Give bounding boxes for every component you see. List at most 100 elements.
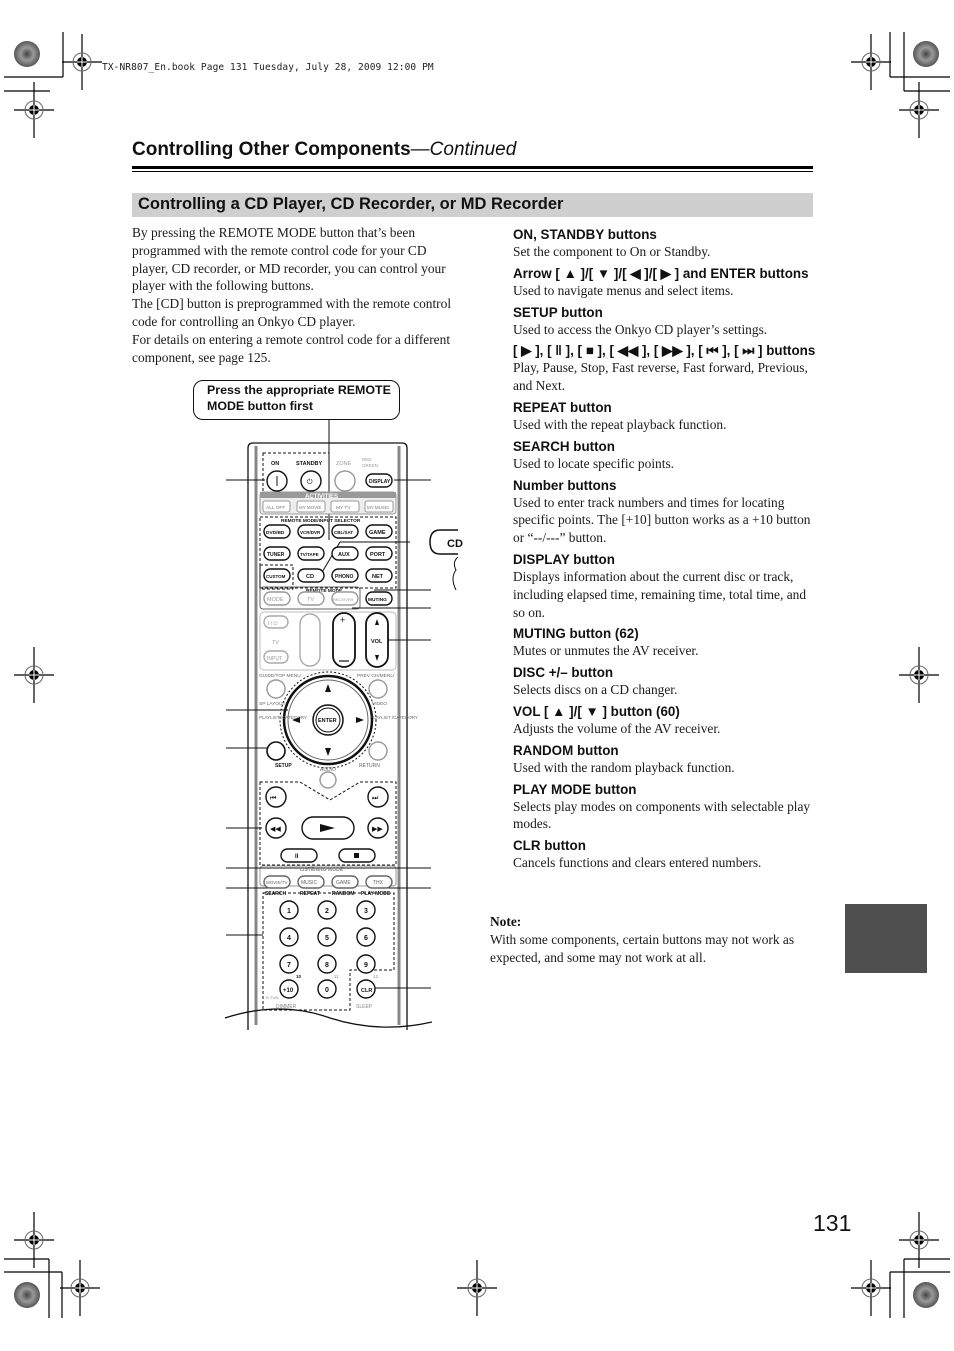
- num-label: 4: [287, 935, 291, 942]
- on-button[interactable]: [266, 470, 288, 492]
- my-music-button[interactable]: MY MUSIC: [364, 500, 394, 513]
- num-label: +10: [283, 988, 294, 994]
- input-button[interactable]: INPUT: [263, 650, 289, 664]
- tuner-button[interactable]: TUNER: [263, 546, 291, 561]
- aux-button[interactable]: AUX: [331, 546, 359, 561]
- forward-icon: ▶▶: [372, 826, 383, 833]
- net-label: NET: [372, 574, 384, 580]
- num-0-button[interactable]: 0: [317, 979, 337, 999]
- tv-power-label: I / ⏻: [268, 621, 278, 627]
- phono-button[interactable]: PHONO: [331, 568, 359, 583]
- num-3-button[interactable]: 3: [356, 900, 376, 920]
- next-button[interactable]: ⏭: [367, 786, 389, 808]
- port-label: PORT: [370, 552, 386, 558]
- tuner-label: TUNER: [267, 552, 285, 558]
- mode-button[interactable]: MODE: [263, 591, 291, 606]
- vol-label: VOL: [371, 639, 383, 645]
- my-tv-button[interactable]: MY TV: [330, 500, 360, 513]
- muting-button[interactable]: MUTING: [365, 591, 393, 606]
- dvd-bd-button[interactable]: DVD/BD: [263, 524, 291, 539]
- mode-label: MODE: [267, 597, 284, 603]
- num-label: 1: [287, 908, 291, 915]
- arrow-up-button[interactable]: [325, 684, 331, 692]
- port-button[interactable]: PORT: [365, 546, 393, 561]
- display-button[interactable]: DISPLAY: [365, 473, 393, 488]
- pause-button[interactable]: II: [280, 848, 318, 863]
- all-off-label: ALL OFF: [266, 505, 285, 511]
- custom-button[interactable]: CUSTOM: [263, 568, 291, 583]
- dvd-label: DVD/BD: [266, 530, 285, 536]
- vol-rocker[interactable]: VOL: [365, 612, 389, 668]
- cbl-sat-button[interactable]: CBL/SAT: [331, 524, 359, 539]
- ch-disc-rocker[interactable]: +: [332, 612, 356, 668]
- vcr-label: VCR/DVR: [300, 530, 321, 535]
- tv-mode-button[interactable]: TV: [297, 591, 325, 606]
- num-7-button[interactable]: 7: [279, 954, 299, 974]
- num-label: 5: [325, 935, 329, 942]
- pause-icon: II: [295, 854, 299, 860]
- plus10-button[interactable]: +10: [279, 979, 299, 999]
- enter-button[interactable]: ENTER: [318, 718, 337, 724]
- random-button[interactable]: GAME: [331, 875, 359, 889]
- my-tv-label: MY TV: [336, 505, 351, 511]
- num-label: 2: [325, 908, 329, 915]
- receiver-button[interactable]: RECEIVER: [331, 591, 359, 606]
- stop-button[interactable]: [338, 848, 376, 863]
- guide-button[interactable]: [266, 679, 286, 699]
- my-movie-button[interactable]: MY MOVIE: [296, 500, 326, 513]
- arrow-left-button[interactable]: [292, 717, 300, 723]
- num-4-button[interactable]: 4: [279, 927, 299, 947]
- input-label: INPUT: [267, 656, 282, 662]
- tvtape-label: TV/TAPE: [300, 552, 319, 557]
- all-off-button[interactable]: ALL OFF: [262, 500, 291, 513]
- tv-power-button[interactable]: I / ⏻: [263, 615, 289, 629]
- movie-tv-label: MOVIE/TV: [266, 880, 288, 885]
- clr-button[interactable]: CLR: [356, 979, 376, 999]
- play-mode-button[interactable]: THX: [365, 875, 393, 889]
- aux-label: AUX: [338, 552, 350, 558]
- num-8-button[interactable]: 8: [317, 954, 337, 974]
- zone-button[interactable]: [334, 470, 356, 492]
- audio-button[interactable]: [319, 771, 337, 789]
- phono-label: PHONO: [335, 574, 353, 580]
- power-icon: ⏻: [307, 478, 313, 486]
- num-label: 9: [364, 962, 368, 969]
- cd-button[interactable]: CD: [297, 568, 325, 583]
- num-2-button[interactable]: 2: [317, 900, 337, 920]
- previous-button[interactable]: ⏮: [265, 786, 287, 808]
- receiver-label: RECEIVER: [333, 597, 354, 602]
- game-button[interactable]: GAME: [365, 524, 393, 539]
- game-label: GAME: [369, 530, 386, 536]
- num-9-button[interactable]: 9: [356, 954, 376, 974]
- standby-button[interactable]: ⏻: [300, 470, 322, 492]
- cbl-label: CBL/SAT: [334, 530, 353, 535]
- game2-label: GAME: [336, 880, 351, 886]
- custom-label: CUSTOM: [266, 574, 286, 579]
- num-label: 8: [325, 962, 329, 969]
- net-button[interactable]: NET: [365, 568, 393, 583]
- tv-vol-rocker[interactable]: [299, 613, 321, 667]
- play-button[interactable]: [301, 816, 355, 840]
- num-label: 6: [364, 935, 368, 942]
- clr-label: CLR: [361, 988, 372, 994]
- muting-label: MUTING: [368, 597, 387, 603]
- prev-ch-button[interactable]: [368, 679, 388, 699]
- previous-icon: ⏮: [270, 795, 276, 802]
- tv-tape-button[interactable]: TV/TAPE: [297, 546, 325, 561]
- stop-icon: [354, 853, 359, 858]
- num-1-button[interactable]: 1: [279, 900, 299, 920]
- plus-icon: +: [340, 615, 345, 625]
- arrow-down-button[interactable]: [325, 748, 331, 756]
- vcr-dvr-button[interactable]: VCR/DVR: [297, 524, 325, 539]
- return-button[interactable]: [368, 741, 388, 761]
- my-movie-label: MY MOVIE: [299, 505, 321, 510]
- setup-button[interactable]: [266, 741, 286, 761]
- repeat-button[interactable]: MUSIC: [297, 875, 325, 889]
- num-label: 7: [287, 962, 291, 969]
- search-button[interactable]: MOVIE/TV: [263, 875, 291, 889]
- fast-forward-button[interactable]: ▶▶: [367, 817, 389, 839]
- num-6-button[interactable]: 6: [356, 927, 376, 947]
- arrow-right-button[interactable]: [356, 717, 364, 723]
- num-5-button[interactable]: 5: [317, 927, 337, 947]
- fast-reverse-button[interactable]: ◀◀: [265, 817, 287, 839]
